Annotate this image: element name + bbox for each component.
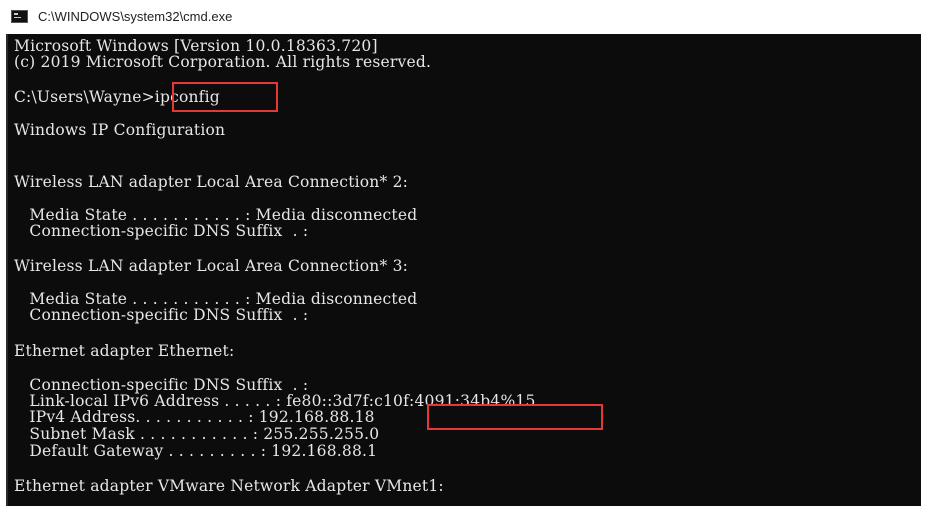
- console-line-eth-subnet: Subnet Mask . . . . . . . . . . . : 255.…: [14, 425, 380, 443]
- console-line-wlan3-media-state: Media State . . . . . . . . . . . : Medi…: [14, 290, 418, 308]
- ipv4-highlight-box: [427, 404, 603, 430]
- cmd-app-icon[interactable]: [11, 10, 28, 23]
- console-line-ethernet-heading: Ethernet adapter Ethernet:: [14, 342, 235, 360]
- window-left-border: [0, 34, 8, 506]
- console-line-eth-ipv4: IPv4 Address. . . . . . . . . . . : 192.…: [14, 408, 375, 426]
- console-line-ip-config-heading: Windows IP Configuration: [14, 121, 226, 139]
- console-line-wlan2-dns-suffix: Connection-specific DNS Suffix . :: [14, 222, 309, 240]
- cmd-window: C:\WINDOWS\system32\cmd.exe Microsoft Wi…: [0, 0, 927, 506]
- console-line-wlan3-dns-suffix: Connection-specific DNS Suffix . :: [14, 306, 309, 324]
- console-output[interactable]: Microsoft Windows [Version 10.0.18363.72…: [8, 34, 921, 506]
- console-line-wlan2-media-state: Media State . . . . . . . . . . . : Medi…: [14, 206, 418, 224]
- title-bar[interactable]: C:\WINDOWS\system32\cmd.exe: [0, 0, 927, 34]
- console-line-wlan2-heading: Wireless LAN adapter Local Area Connecti…: [14, 173, 409, 191]
- console-line-version: Microsoft Windows [Version 10.0.18363.72…: [14, 37, 378, 55]
- console-line-wlan3-heading: Wireless LAN adapter Local Area Connecti…: [14, 257, 409, 275]
- console-line-vmware-heading: Ethernet adapter VMware Network Adapter …: [14, 477, 444, 495]
- ipconfig-highlight-box: [172, 82, 278, 112]
- console-line-eth-dns-suffix: Connection-specific DNS Suffix . :: [14, 376, 309, 394]
- console-line-eth-gateway: Default Gateway . . . . . . . . . : 192.…: [14, 442, 378, 460]
- window-title: C:\WINDOWS\system32\cmd.exe: [38, 9, 233, 24]
- console-line-copyright: (c) 2019 Microsoft Corporation. All righ…: [14, 53, 432, 71]
